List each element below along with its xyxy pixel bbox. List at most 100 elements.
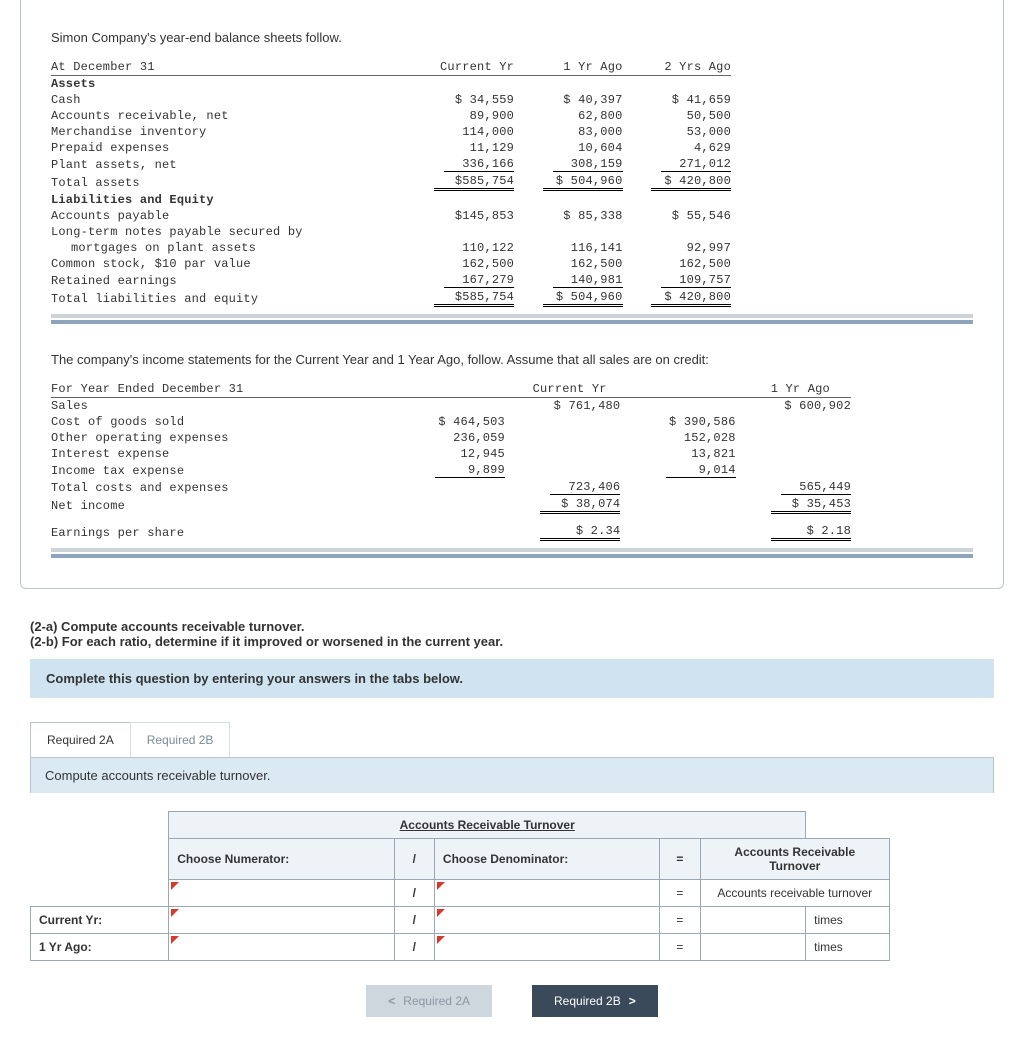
row-cash-c: $ 41,659 xyxy=(623,92,732,108)
row-cs-a: 162,500 xyxy=(406,256,514,272)
row-plant-label: Plant assets, net xyxy=(51,156,406,173)
q2a-text: (2-a) Compute accounts receivable turnov… xyxy=(30,619,305,634)
row-ap-a: $145,853 xyxy=(406,208,514,224)
row-cash-label: Cash xyxy=(51,92,406,108)
slash-header: / xyxy=(394,839,434,880)
row-tle-a: $585,754 xyxy=(434,290,514,307)
tab-required-2b[interactable]: Required 2B xyxy=(130,722,231,757)
slash-cell: / xyxy=(394,880,434,907)
row-tle-label: Total liabilities and equity xyxy=(51,289,406,308)
cur-result-input[interactable] xyxy=(700,907,806,934)
assets-heading: Assets xyxy=(51,77,95,91)
row-ite-a: 9,899 xyxy=(435,463,505,478)
row-ar-a: 89,900 xyxy=(406,108,514,124)
row-cogs-b: $ 390,586 xyxy=(620,414,735,430)
prev-num-input[interactable] xyxy=(169,934,394,961)
row-ta-b: $ 504,960 xyxy=(543,174,623,191)
numerator-dropdown[interactable] xyxy=(169,880,394,907)
row-ltnp2-label: mortgages on plant assets xyxy=(51,240,406,256)
equals-cell: = xyxy=(660,880,700,907)
row-ie-b: 13,821 xyxy=(620,446,735,462)
row-re-a: 167,279 xyxy=(444,273,514,288)
slash-cell: / xyxy=(394,934,434,961)
is-hdr-c0: For Year Ended December 31 xyxy=(51,381,390,398)
turnover-grid: Accounts Receivable Turnover Choose Nume… xyxy=(30,811,890,961)
nav-buttons: < Required 2A Required 2B > xyxy=(30,985,994,1017)
row-ta-c: $ 420,800 xyxy=(651,174,731,191)
row-re-label: Retained earnings xyxy=(51,272,406,289)
row-eps-label: Earnings per share xyxy=(51,523,390,542)
row-tle-c: $ 420,800 xyxy=(651,290,731,307)
row-tce-label: Total costs and expenses xyxy=(51,479,390,496)
tab-required-2a[interactable]: Required 2A xyxy=(30,722,131,757)
prev-button[interactable]: < Required 2A xyxy=(366,985,492,1017)
row-ite-b: 9,014 xyxy=(666,463,736,478)
prev-den-input[interactable] xyxy=(434,934,659,961)
row-ta-a: $585,754 xyxy=(434,174,514,191)
next-button[interactable]: Required 2B > xyxy=(532,985,658,1017)
row-ltnp2-a: 110,122 xyxy=(406,240,514,256)
row-cogs-a: $ 464,503 xyxy=(390,414,505,430)
row-plant-c: 271,012 xyxy=(661,157,731,172)
denominator-header: Choose Denominator: xyxy=(434,839,659,880)
instruction-banner: Complete this question by entering your … xyxy=(30,659,994,698)
row-cogs-label: Cost of goods sold xyxy=(51,414,390,430)
row-ap-b: $ 85,338 xyxy=(514,208,622,224)
row-ooe-label: Other operating expenses xyxy=(51,430,390,446)
row-ni-a: $ 38,074 xyxy=(540,497,620,514)
rule-icon xyxy=(51,320,973,324)
row-prev-label: 1 Yr Ago: xyxy=(31,934,169,961)
prev-result-input[interactable] xyxy=(700,934,806,961)
row-ltnp2-b: 116,141 xyxy=(514,240,622,256)
rule-icon xyxy=(51,314,973,318)
row-re-c: 109,757 xyxy=(661,273,731,288)
dropdown-marker-icon xyxy=(171,882,179,890)
prev-times-label: times xyxy=(806,934,890,961)
dropdown-marker-icon xyxy=(171,936,179,944)
row-sales-b: $ 600,902 xyxy=(736,398,851,415)
q2b-text: (2-b) For each ratio, determine if it im… xyxy=(30,634,503,649)
row-ltnp-label: Long-term notes payable secured by xyxy=(51,224,406,240)
equals-cell: = xyxy=(660,934,700,961)
row-current-label: Current Yr: xyxy=(31,907,169,934)
is-hdr-c2: 1 Yr Ago xyxy=(736,381,851,398)
problem-card: Simon Company's year-end balance sheets … xyxy=(20,0,1004,589)
row-ap-label: Accounts payable xyxy=(51,208,406,224)
slash-cell: / xyxy=(394,907,434,934)
cur-times-label: times xyxy=(806,907,890,934)
result-label-cell: Accounts receivable turnover xyxy=(700,880,889,907)
row-eps-b: $ 2.18 xyxy=(771,524,851,541)
is-hdr-c1: Current Yr xyxy=(505,381,620,398)
result-header: Accounts Receivable Turnover xyxy=(700,839,889,880)
row-ie-label: Interest expense xyxy=(51,446,390,462)
cur-num-input[interactable] xyxy=(169,907,394,934)
row-ooe-a: 236,059 xyxy=(390,430,505,446)
chevron-left-icon: < xyxy=(388,994,395,1008)
balance-sheet-table: At December 31 Current Yr 1 Yr Ago 2 Yrs… xyxy=(51,59,731,308)
tab-row: Required 2A Required 2B xyxy=(30,722,994,757)
row-inv-label: Merchandise inventory xyxy=(51,124,406,140)
row-ie-a: 12,945 xyxy=(390,446,505,462)
row-ar-c: 50,500 xyxy=(623,108,732,124)
bs-hdr-col3: 2 Yrs Ago xyxy=(623,59,732,76)
chevron-right-icon: > xyxy=(629,994,636,1008)
row-eps-a: $ 2.34 xyxy=(540,524,620,541)
cur-den-input[interactable] xyxy=(434,907,659,934)
row-prep-a: 11,129 xyxy=(406,140,514,156)
tab-subtitle: Compute accounts receivable turnover. xyxy=(30,757,994,793)
row-cash-a: $ 34,559 xyxy=(406,92,514,108)
row-prep-b: 10,604 xyxy=(514,140,622,156)
prev-button-label: Required 2A xyxy=(403,994,470,1008)
row-ar-b: 62,800 xyxy=(514,108,622,124)
row-tle-b: $ 504,960 xyxy=(543,290,623,307)
row-inv-c: 53,000 xyxy=(623,124,732,140)
row-inv-b: 83,000 xyxy=(514,124,622,140)
rule-icon xyxy=(51,554,973,558)
row-ltnp2-c: 92,997 xyxy=(623,240,732,256)
next-button-label: Required 2B xyxy=(554,994,621,1008)
row-cs-label: Common stock, $10 par value xyxy=(51,256,406,272)
denominator-dropdown[interactable] xyxy=(434,880,659,907)
dropdown-marker-icon xyxy=(437,936,445,944)
row-ap-c: $ 55,546 xyxy=(623,208,732,224)
row-cs-b: 162,500 xyxy=(514,256,622,272)
